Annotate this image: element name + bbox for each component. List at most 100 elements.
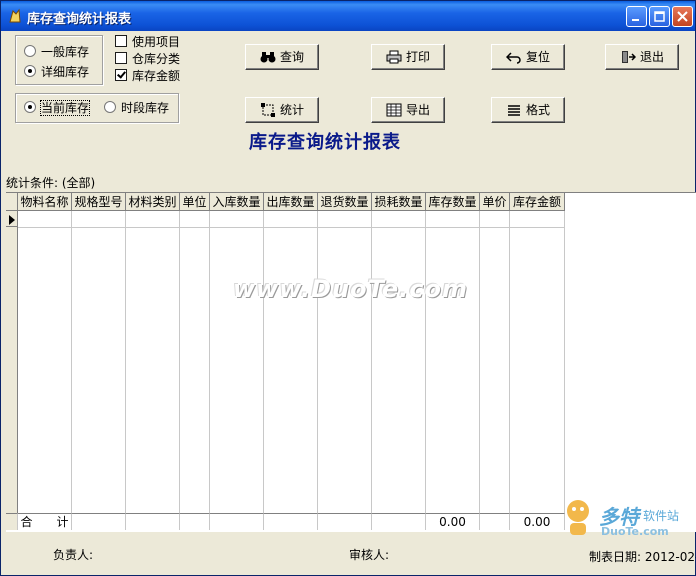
col-divider [263, 211, 264, 513]
total-cell [72, 513, 126, 530]
query-button-label: 查询 [279, 50, 304, 64]
row-indicator-column [6, 211, 18, 513]
exit-button-label: 退出 [639, 50, 664, 64]
reset-button[interactable]: 复位 [491, 44, 565, 70]
format-button[interactable]: 格式 [491, 97, 565, 123]
col-divider [425, 211, 426, 513]
col-header-loss-qty[interactable]: 损耗数量 [372, 193, 426, 211]
col-divider [179, 211, 180, 513]
undo-arrow-icon [505, 52, 521, 64]
checkbox-warehouse-category-label: 仓库分类 [132, 52, 181, 66]
list-lines-icon [507, 105, 520, 116]
checkbox-stock-amount-box[interactable] [115, 69, 127, 81]
checkbox-stock-amount-label: 库存金额 [132, 69, 181, 83]
maximize-button[interactable] [649, 6, 670, 27]
minimize-icon [632, 19, 639, 21]
close-button[interactable] [672, 6, 693, 27]
radio-detailed-stock[interactable]: 详细库存 [24, 65, 89, 79]
radio-detailed-stock-label: 详细库存 [41, 65, 90, 79]
logo-url: DuoTe.com [601, 525, 669, 538]
checkbox-use-project[interactable]: 使用项目 [115, 35, 180, 49]
radio-current-stock[interactable]: 当前库存 [24, 100, 91, 116]
total-cell [210, 513, 264, 530]
title-bar[interactable]: 库存查询统计报表 [1, 1, 695, 31]
total-row-indicator [6, 513, 18, 530]
data-grid[interactable]: 物料名称 规格型号 材料类别 单位 入库数量 出库数量 退货数量 损耗数量 库存… [6, 192, 696, 532]
checkbox-stock-amount[interactable]: 库存金额 [115, 69, 180, 83]
stats-button-label: 统计 [279, 103, 304, 117]
radio-current-stock-circle[interactable] [24, 101, 36, 113]
window-title: 库存查询统计报表 [27, 12, 132, 27]
radio-detailed-stock-circle[interactable] [24, 65, 36, 77]
total-cell [480, 513, 510, 530]
radio-current-stock-label: 当前库存 [39, 100, 91, 116]
checkbox-warehouse-category-box[interactable] [115, 52, 127, 64]
door-exit-icon [621, 51, 636, 63]
col-header-unit[interactable]: 单位 [180, 193, 210, 211]
export-button[interactable]: 导出 [371, 97, 445, 123]
radio-period-stock-label: 时段库存 [121, 101, 170, 115]
total-stock-amount: 0.00 [510, 513, 565, 530]
period-group: 当前库存 时段库存 [15, 93, 179, 123]
col-divider [125, 211, 126, 513]
print-button[interactable]: 打印 [371, 44, 445, 70]
checkbox-use-project-label: 使用项目 [132, 35, 181, 49]
col-divider [479, 211, 480, 513]
stock-type-group: 一般库存 详细库存 [15, 35, 103, 85]
total-stock-qty: 0.00 [426, 513, 480, 530]
report-title: 库存查询统计报表 [249, 132, 401, 153]
minimize-button[interactable] [626, 6, 647, 27]
col-header-spec-model[interactable]: 规格型号 [72, 193, 126, 211]
col-divider [509, 211, 510, 513]
radio-general-stock-circle[interactable] [24, 45, 36, 57]
col-divider [564, 211, 565, 513]
main-window: 库存查询统计报表 一般库存 详细库存 使用项目 仓库分类 库存金额 当前库存 时… [0, 0, 696, 576]
query-button[interactable]: 查询 [245, 44, 319, 70]
watermark-logo: 多特 软件站 DuoTe.com [561, 495, 696, 555]
col-header-material-category[interactable]: 材料类别 [126, 193, 180, 211]
export-button-label: 导出 [405, 103, 430, 117]
col-header-unit-price[interactable]: 单价 [480, 193, 510, 211]
radio-period-stock[interactable]: 时段库存 [104, 101, 169, 115]
col-divider [71, 211, 72, 513]
col-header-in-qty[interactable]: 入库数量 [210, 193, 264, 211]
total-cell [264, 513, 318, 530]
app-icon [9, 8, 21, 23]
total-cell [126, 513, 180, 530]
table-row[interactable] [18, 227, 565, 228]
checkbox-warehouse-category[interactable]: 仓库分类 [115, 52, 180, 66]
col-header-return-qty[interactable]: 退货数量 [318, 193, 372, 211]
stats-button[interactable]: 统计 [245, 97, 319, 123]
current-row-arrow-icon [9, 215, 15, 225]
total-cell [180, 513, 210, 530]
logo-sub: 软件站 [643, 509, 680, 523]
radio-period-stock-circle[interactable] [104, 101, 116, 113]
col-header-stock-qty[interactable]: 库存数量 [426, 193, 480, 211]
total-cell [318, 513, 372, 530]
checkbox-use-project-box[interactable] [115, 35, 127, 47]
total-cell [372, 513, 426, 530]
stats-icon [260, 103, 275, 117]
maximize-icon [654, 11, 665, 22]
exit-button[interactable]: 退出 [605, 44, 679, 70]
col-header-stock-amount[interactable]: 库存金额 [510, 193, 565, 211]
radio-general-stock[interactable]: 一般库存 [24, 45, 89, 59]
mascot-icon [567, 500, 589, 535]
report-date: 制表日期: 2012-02-0 [589, 550, 696, 564]
printer-icon [386, 50, 402, 64]
watermark-text: www.DuoTe.com [233, 275, 468, 303]
spreadsheet-icon [386, 103, 402, 117]
col-header-material-name[interactable]: 物料名称 [18, 193, 72, 211]
col-header-out-qty[interactable]: 出库数量 [264, 193, 318, 211]
print-button-label: 打印 [405, 50, 430, 64]
col-divider [209, 211, 210, 513]
condition-label: 统计条件: (全部) [6, 176, 96, 190]
radio-general-stock-label: 一般库存 [41, 45, 90, 59]
close-icon [677, 11, 688, 22]
grid-corner [6, 193, 18, 211]
reviewer-label: 审核人: [349, 548, 390, 562]
responsible-label: 负责人: [53, 548, 94, 562]
current-row-selector[interactable] [6, 211, 18, 227]
reset-button-label: 复位 [525, 50, 550, 64]
format-button-label: 格式 [525, 103, 550, 117]
